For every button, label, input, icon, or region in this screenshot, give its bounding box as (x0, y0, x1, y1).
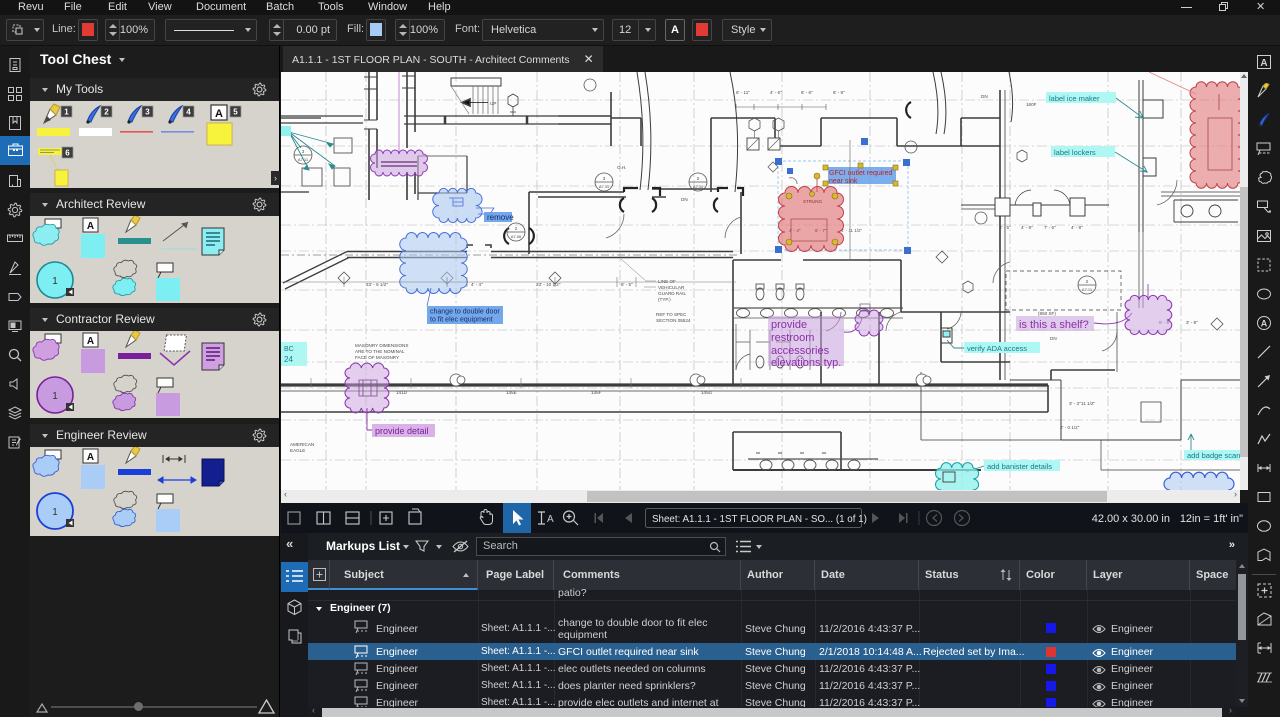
svg-text:145F: 145F (591, 390, 602, 395)
svg-text:160F: 160F (1026, 102, 1037, 107)
svg-text:GFCI outlet required: GFCI outlet required (829, 170, 893, 177)
svg-text:3: 3 (603, 176, 606, 181)
svg-text:6' - 9": 6' - 9" (833, 90, 845, 95)
svg-text:BC: BC (284, 346, 294, 353)
svg-text:24: 24 (284, 355, 293, 364)
svg-text:12in = 1ft' in": 12in = 1ft' in" (1180, 513, 1243, 525)
svg-text:GUARD RAIL: GUARD RAIL (658, 291, 687, 296)
svg-text:SECTION 05524: SECTION 05524 (656, 318, 691, 323)
svg-text:label ice maker: label ice maker (1049, 94, 1100, 103)
svg-text:REF TO SPEC: REF TO SPEC (656, 312, 687, 317)
svg-text:7' - 6": 7' - 6" (1044, 225, 1056, 230)
svg-text:23' - 10 1/2": 23' - 10 1/2" (536, 282, 561, 287)
svg-text:4: 4 (186, 108, 191, 117)
svg-text:5: 5 (233, 108, 238, 117)
svg-text:A7.06: A7.06 (511, 234, 522, 239)
svg-text:1: 1 (52, 276, 58, 287)
svg-text:EAGLE: EAGLE (290, 448, 305, 453)
svg-text:verify ADA access: verify ADA access (967, 344, 1027, 353)
svg-text:A: A (1260, 58, 1267, 69)
svg-text:DN: DN (981, 94, 988, 99)
svg-text:5' - 7": 5' - 7" (815, 228, 827, 233)
svg-text:3' - 3": 3' - 3" (1069, 401, 1081, 406)
svg-text:2: 2 (515, 226, 518, 231)
svg-text:4' - 6": 4' - 6" (770, 90, 782, 95)
svg-text:A: A (547, 514, 554, 525)
svg-text:11 1/2": 11 1/2" (1081, 401, 1095, 406)
svg-text:42.00 x 30.00 in: 42.00 x 30.00 in (1092, 513, 1170, 525)
svg-text:6' - 11": 6' - 11" (736, 90, 750, 95)
svg-text:A: A (1261, 319, 1268, 329)
svg-text:6' - 6": 6' - 6" (801, 90, 813, 95)
svg-text:LINE OF: LINE OF (658, 279, 676, 284)
svg-text:STRUNG: STRUNG (803, 199, 822, 204)
svg-text:141D: 141D (396, 390, 408, 395)
svg-text:A7.11: A7.11 (599, 184, 610, 189)
svg-text:A: A (87, 452, 94, 463)
svg-text:restroom: restroom (771, 332, 814, 344)
svg-text:provide: provide (771, 319, 807, 331)
svg-text:ARE TO THE NOMINAL: ARE TO THE NOMINAL (355, 349, 405, 354)
svg-text:elevations typ.: elevations typ. (771, 357, 841, 369)
svg-text:2: 2 (1086, 279, 1089, 284)
svg-text:1: 1 (52, 391, 58, 402)
svg-text:remove: remove (487, 213, 514, 222)
svg-text:3: 3 (145, 108, 150, 117)
svg-text:is this a shelf?: is this a shelf? (1019, 319, 1089, 331)
svg-text:add badge scann: add badge scann (1187, 451, 1240, 460)
svg-text:4' - 9": 4' - 9" (1021, 225, 1033, 230)
svg-text:145E: 145E (506, 390, 517, 395)
svg-text:(TYP.): (TYP.) (658, 297, 671, 302)
svg-text:Sheet: A1.1.1 - 1ST FLOOR PLAN: Sheet: A1.1.1 - 1ST FLOOR PLAN - SO... (… (652, 514, 867, 525)
svg-text:A: A (215, 108, 223, 120)
svg-text:3' - 5": 3' - 5" (999, 225, 1011, 230)
svg-text:DN: DN (1050, 336, 1057, 341)
svg-text:add banister details: add banister details (987, 462, 1052, 471)
svg-text:6' - 5": 6' - 5" (621, 282, 633, 287)
svg-text:O.H.: O.H. (617, 165, 626, 170)
svg-text:4' - 9": 4' - 9" (1071, 225, 1083, 230)
svg-text:UP: UP (490, 101, 496, 106)
svg-text:DN: DN (681, 197, 688, 202)
svg-text:A: A (87, 336, 94, 347)
svg-text:1: 1 (64, 108, 69, 117)
svg-text:VEHICULAR: VEHICULAR (658, 285, 685, 290)
svg-text:1: 1 (52, 507, 58, 518)
svg-text:6: 6 (65, 149, 70, 158)
svg-text:145G: 145G (701, 390, 713, 395)
svg-text:2: 2 (697, 176, 700, 181)
svg-text:to fit elec equipment: to fit elec equipment (430, 317, 493, 324)
svg-text:23' - 6 1/2": 23' - 6 1/2" (366, 282, 388, 287)
svg-text:4' - 11 1/2": 4' - 11 1/2" (841, 228, 863, 233)
svg-text:provide detail: provide detail (375, 426, 429, 436)
svg-text:2' - 0 1/2": 2' - 0 1/2" (1060, 425, 1080, 430)
svg-text:A: A (87, 221, 94, 232)
svg-text:AMERICAN: AMERICAN (290, 442, 314, 447)
svg-text:3: 3 (302, 149, 305, 154)
svg-text:2: 2 (104, 108, 109, 117)
svg-text:label lockers: label lockers (1054, 148, 1096, 157)
svg-text:3' - 9": 3' - 9" (1186, 320, 1198, 325)
svg-text:4' - 4": 4' - 4" (789, 228, 801, 233)
svg-text:A7.11: A7.11 (693, 184, 704, 189)
svg-text:accessories: accessories (771, 345, 830, 357)
svg-text:MASONRY DIMENSIONS: MASONRY DIMENSIONS (355, 343, 408, 348)
svg-text:change to double door: change to double door (430, 309, 500, 316)
svg-text:(950 SF): (950 SF) (1038, 311, 1056, 316)
svg-text:FACE OF MASONRY: FACE OF MASONRY (355, 355, 399, 360)
svg-text:near sink: near sink (829, 178, 858, 185)
svg-text:4' - 4": 4' - 4" (471, 282, 483, 287)
svg-text:A7.11: A7.11 (1082, 287, 1093, 292)
